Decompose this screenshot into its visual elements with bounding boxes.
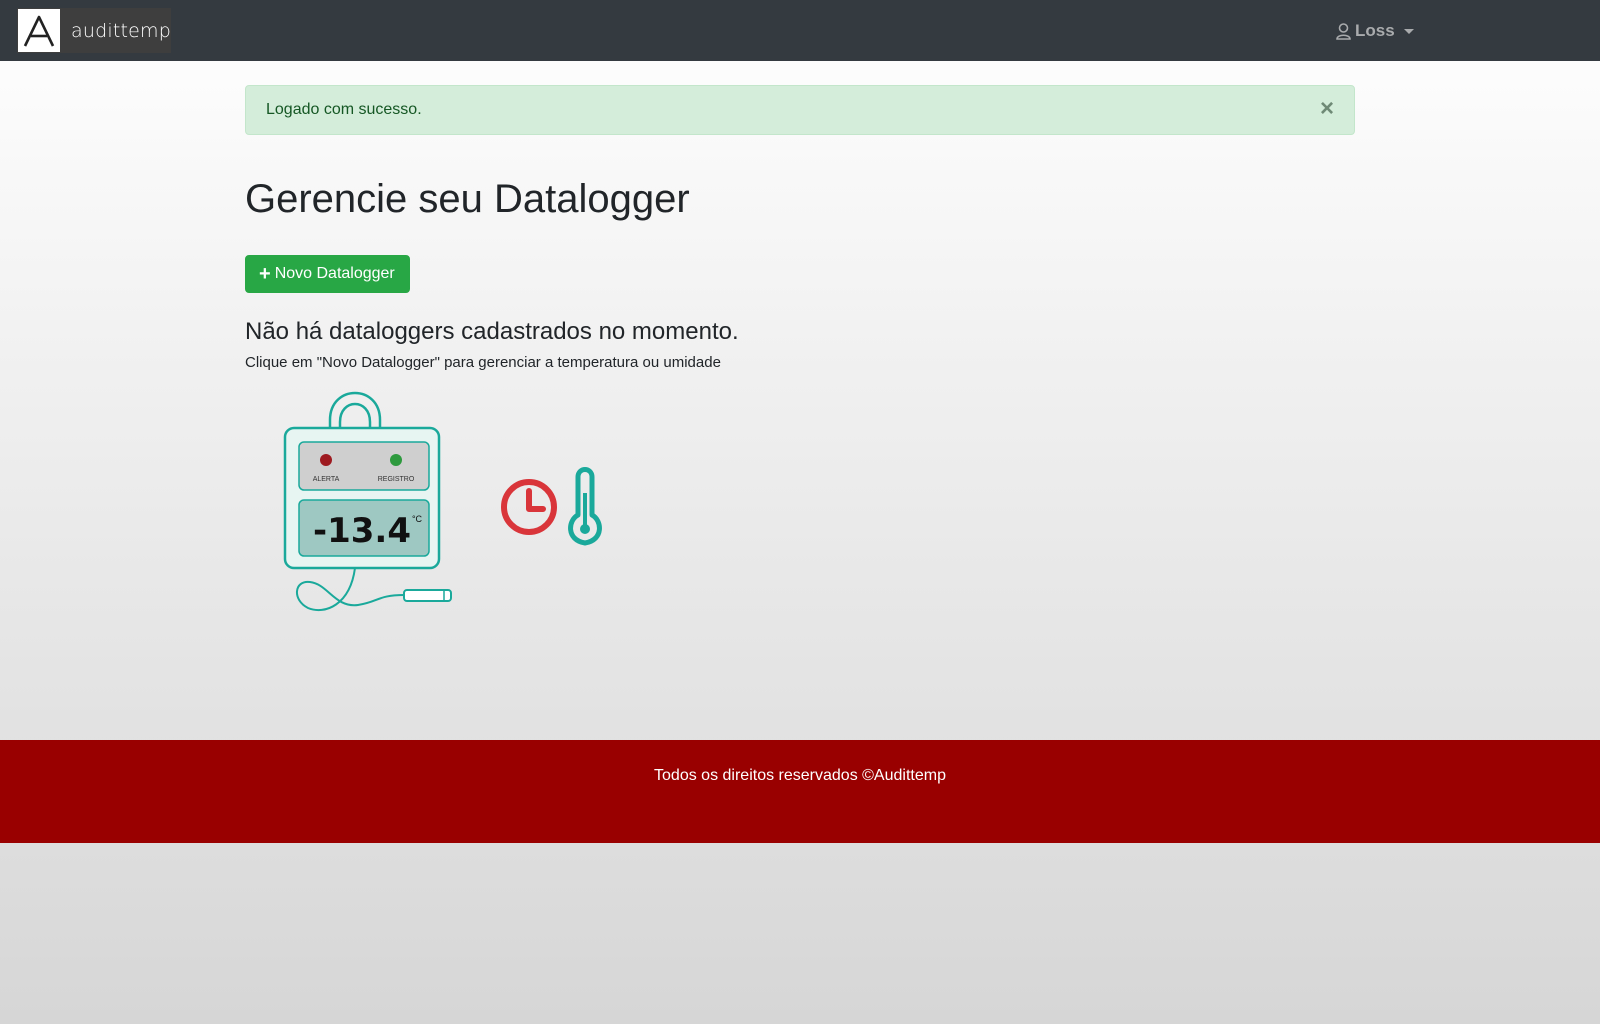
display-value: -13.4 (313, 511, 411, 551)
brand-logo[interactable]: audittemp (17, 8, 171, 53)
alert-led-label: ALERTA (313, 476, 340, 483)
display-unit: °C (412, 514, 423, 524)
close-icon[interactable]: × (1320, 97, 1334, 121)
new-datalogger-label: Novo Datalogger (274, 265, 395, 282)
plus-icon: + (259, 263, 271, 285)
register-led-label: REGISTRO (378, 476, 415, 483)
chevron-down-icon (1403, 28, 1414, 34)
user-name: Loss (1355, 21, 1395, 40)
user-icon (1336, 22, 1351, 40)
empty-state-subtitle: Clique em "Novo Datalogger" para gerenci… (245, 354, 721, 371)
datalogger-illustration: ALERTA REGISTRO -13.4 °C (283, 391, 602, 612)
footer-copyright: Todos os direitos reservados ©Audittemp (654, 767, 946, 784)
new-datalogger-button[interactable]: + Novo Datalogger (245, 255, 410, 293)
register-led-icon (390, 454, 402, 466)
user-dropdown[interactable]: Loss (1336, 19, 1414, 43)
brand-name: audittemp (71, 19, 171, 42)
thermometer-icon (568, 467, 602, 546)
success-alert: Logado com sucesso. × (245, 85, 1355, 135)
page-title: Gerencie seu Datalogger (245, 177, 690, 221)
alert-message: Logado com sucesso. (266, 101, 422, 118)
top-navbar: audittemp Loss (0, 0, 1600, 61)
audittemp-logo-icon (18, 9, 61, 52)
probe-cable (296, 567, 405, 612)
alert-led-icon (320, 454, 332, 466)
empty-state-title: Não há dataloggers cadastrados no moment… (245, 318, 739, 345)
footer: Todos os direitos reservados ©Audittemp (0, 740, 1600, 843)
clock-icon (501, 479, 557, 535)
